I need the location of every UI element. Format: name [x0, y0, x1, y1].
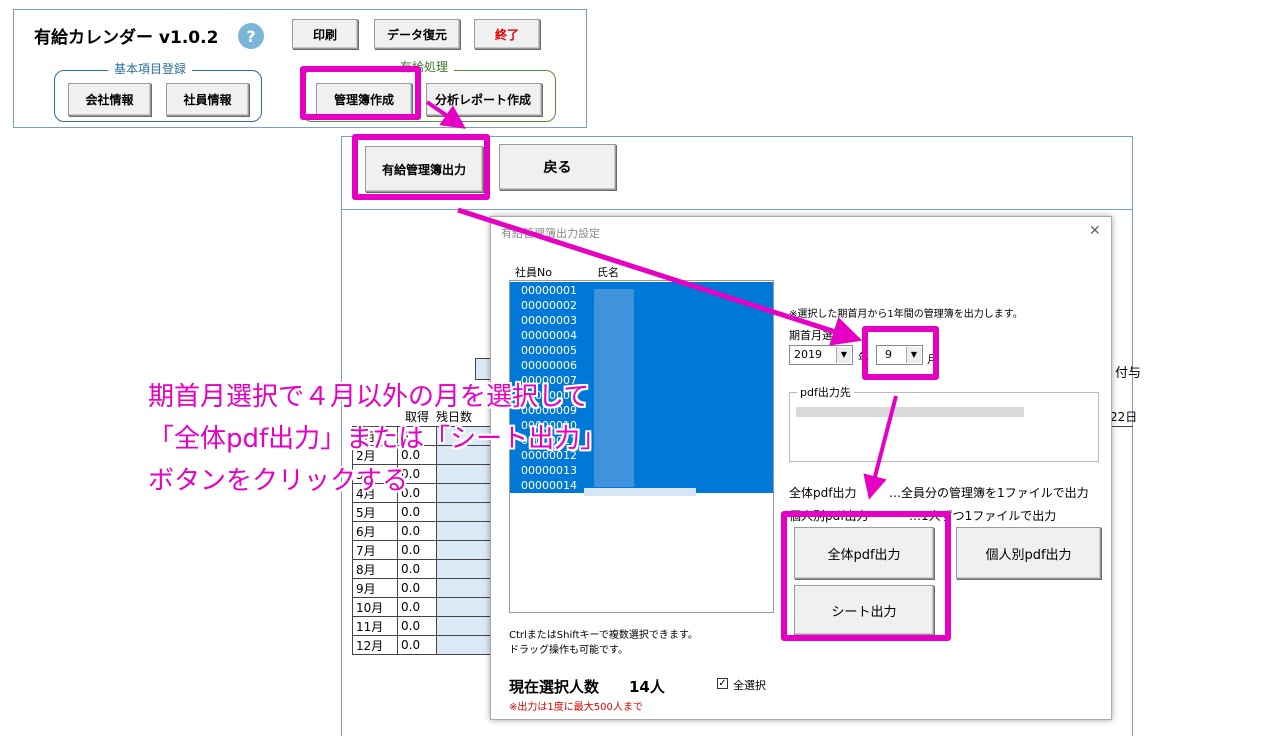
month-cell: 9月: [352, 578, 398, 598]
sheet-divider: [341, 209, 1133, 210]
individual-pdf-button[interactable]: 個人別pdf出力: [956, 527, 1101, 579]
app-title: 有給カレンダー v1.0.2: [34, 28, 219, 48]
month-select-highlight: [862, 326, 939, 380]
employee-no: 00000003: [521, 314, 577, 327]
annotation-line-2: 「全体pdf出力」または「シート出力」: [148, 424, 607, 454]
select-all-checkbox[interactable]: ✓: [717, 678, 728, 689]
output-buttons-highlight: [781, 511, 951, 641]
table-row: 7月 0.0: [352, 540, 507, 560]
report-button[interactable]: 分析レポート作成: [426, 83, 542, 116]
pdf-dest-group: [789, 392, 1099, 462]
value-cell: 0.0: [397, 521, 437, 541]
selected-count-value: 14人: [629, 678, 665, 696]
list-item[interactable]: 00000013: [510, 463, 773, 478]
value-cell: 0.0: [397, 578, 437, 598]
col-name-header: 氏名: [597, 266, 619, 279]
employee-no: 00000014: [521, 479, 577, 492]
company-info-button[interactable]: 会社情報: [68, 83, 151, 116]
value-cell: 0.0: [397, 502, 437, 522]
table-row: 11月 0.0: [352, 616, 507, 636]
help-icon[interactable]: ?: [238, 23, 264, 49]
year-select[interactable]: 2019 ▼: [789, 345, 853, 365]
limit-note: ※出力は1度に最大500人まで: [509, 702, 643, 713]
annotation-line-3: ボタンをクリックする: [148, 466, 409, 496]
right-header: 付与: [1115, 366, 1142, 381]
employee-no: 00000002: [521, 299, 577, 312]
year-value: 2019: [794, 348, 822, 361]
employee-no: 00000004: [521, 329, 577, 342]
month-cell: 8月: [352, 559, 398, 579]
month-cell: 7月: [352, 540, 398, 560]
list-item[interactable]: 00000004: [510, 328, 773, 343]
list-item[interactable]: 00000002: [510, 298, 773, 313]
col-no-header: 社員No: [515, 266, 552, 279]
table-row: 8月 0.0: [352, 559, 507, 579]
basic-group-title: 基本項目登録: [108, 60, 193, 77]
value-cell: 0.0: [397, 540, 437, 560]
dialog-title: 有給管理簿出力設定: [501, 227, 600, 240]
pdf-dest-path: [796, 407, 1024, 417]
all-pdf-desc-label: 全体pdf出力: [789, 486, 857, 500]
month-cell: 12月: [352, 635, 398, 655]
period-note: ※選択した期首月から1年間の管理簿を出力します。: [789, 309, 1023, 320]
output-settings-dialog: 有給管理簿出力設定 ✕ 社員No 氏名 00000001 00000002 0000…: [490, 216, 1112, 720]
period-label: 期首月選択: [789, 329, 844, 342]
table-row: 10月 0.0: [352, 597, 507, 617]
month-cell: 11月: [352, 616, 398, 636]
list-item[interactable]: 00000001: [510, 283, 773, 298]
ledger-button-highlight: [300, 66, 421, 120]
list-item[interactable]: 00000003: [510, 313, 773, 328]
monthly-table: 1月 0.0 2月 0.0 3月 0.0 4月 0.0 5月 0.0 6月 0.0 7月 0.0 8月 0.0…: [352, 426, 507, 655]
value-cell: 0.0: [397, 559, 437, 579]
employee-no: 00000006: [521, 359, 577, 372]
employee-no: 00000005: [521, 344, 577, 357]
value-cell: 0.0: [397, 597, 437, 617]
month-cell: 6月: [352, 521, 398, 541]
all-pdf-desc: …全員分の管理簿を1ファイルで出力: [889, 486, 1089, 500]
ledger-output-highlight: [352, 134, 490, 200]
exit-button[interactable]: 終了: [474, 19, 540, 49]
name-blur-extra: [584, 488, 696, 496]
close-icon[interactable]: ✕: [1089, 223, 1101, 239]
name-blur: [594, 289, 634, 487]
employee-no: 00000013: [521, 464, 577, 477]
annotation-line-1: 期首月選択で４月以外の月を選択して: [148, 382, 590, 412]
hint-line-1: CtrlまたはShiftキーで複数選択できます。: [509, 630, 698, 641]
selected-count-label: 現在選択人数: [509, 678, 600, 696]
hint-line-2: ドラッグ操作も可能です。: [509, 645, 628, 656]
list-item[interactable]: 00000005: [510, 343, 773, 358]
value-cell: 0.0: [397, 616, 437, 636]
employee-no: 00000001: [521, 284, 577, 297]
chevron-down-icon: ▼: [836, 347, 851, 363]
value-cell: 0.0: [397, 635, 437, 655]
list-item[interactable]: 00000006: [510, 358, 773, 373]
print-button[interactable]: 印刷: [292, 19, 358, 49]
employee-info-button[interactable]: 社員情報: [166, 83, 249, 116]
month-cell: 5月: [352, 502, 398, 522]
restore-button[interactable]: データ復元: [374, 19, 460, 49]
select-all-label: 全選択: [733, 679, 766, 692]
back-button[interactable]: 戻る: [499, 144, 616, 190]
table-row: 5月 0.0: [352, 502, 507, 522]
right-date: 22日: [1110, 410, 1138, 424]
table-row: 9月 0.0: [352, 578, 507, 598]
month-cell: 10月: [352, 597, 398, 617]
table-row: 12月 0.0: [352, 635, 507, 655]
pdf-dest-label: pdf出力先: [797, 384, 854, 400]
table-row: 6月 0.0: [352, 521, 507, 541]
